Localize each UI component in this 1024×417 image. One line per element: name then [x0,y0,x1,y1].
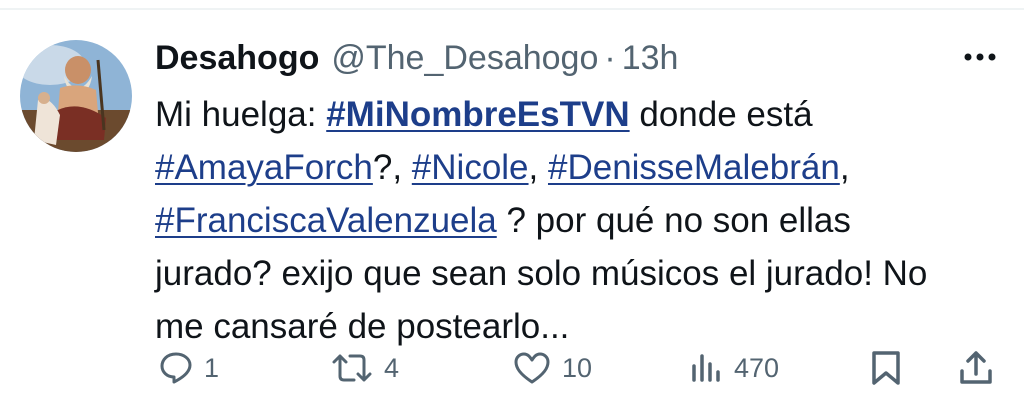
views-button[interactable]: 470 [688,340,779,396]
retweet-count: 4 [384,352,400,383]
text-line-1: Mi huelga: #MiNombreEsTVN donde está [155,88,1005,141]
text-line-3: #FranciscaValenzuela ? por qué no son el… [155,194,1005,247]
hashtag-nicole[interactable]: #Nicole [412,148,529,187]
avatar[interactable] [20,40,132,152]
retweet-button[interactable]: 4 [330,340,399,396]
author-handle[interactable]: @The_Desahogo [331,38,598,78]
text-segment: , [839,148,850,187]
hashtag-minombreestvn[interactable]: #MiNombreEsTVN [326,95,629,134]
hashtag-amayaforch[interactable]: #AmayaForch [155,148,373,187]
text-line-4: jurado? exijo que sean solo músicos el j… [155,254,928,293]
tweet-header: Desahogo @The_Desahogo · 13h [155,38,678,78]
more-horizontal-icon[interactable] [960,46,1000,68]
like-count: 10 [562,352,593,383]
bookmark-icon [872,351,900,385]
action-bar: 1 4 10 470 [0,340,1024,396]
text-line-2: #AmayaForch?, #Nicole, #DenisseMalebrán, [155,141,1005,194]
reply-button[interactable]: 1 [158,340,219,396]
retweet-icon [332,354,372,382]
top-divider [0,8,1024,10]
text-segment: , [528,148,548,187]
text-segment: ?, [372,148,412,187]
views-chart-icon [692,354,720,382]
hashtag-franciscavalenzuela[interactable]: #FranciscaValenzuela [155,201,497,240]
hashtag-denissemalebran[interactable]: #DenisseMalebrán [548,148,840,187]
reply-count: 1 [204,352,220,383]
text-segment: donde está [629,95,813,134]
share-icon [960,351,992,384]
timestamp[interactable]: 13h [622,38,679,78]
heart-icon [514,352,550,384]
text-segment: Mi huelga: [155,95,327,134]
like-button[interactable]: 10 [512,340,592,396]
avatar-image [20,40,132,152]
author-name[interactable]: Desahogo [155,38,319,78]
views-count: 470 [734,352,780,383]
share-button[interactable] [958,340,994,396]
separator-dot: · [604,39,616,77]
reply-icon [160,352,192,384]
bookmark-button[interactable] [868,340,904,396]
tweet-text: Mi huelga: #MiNombreEsTVN donde está #Am… [155,88,1005,353]
text-segment: ? por qué no son ellas [496,201,851,240]
